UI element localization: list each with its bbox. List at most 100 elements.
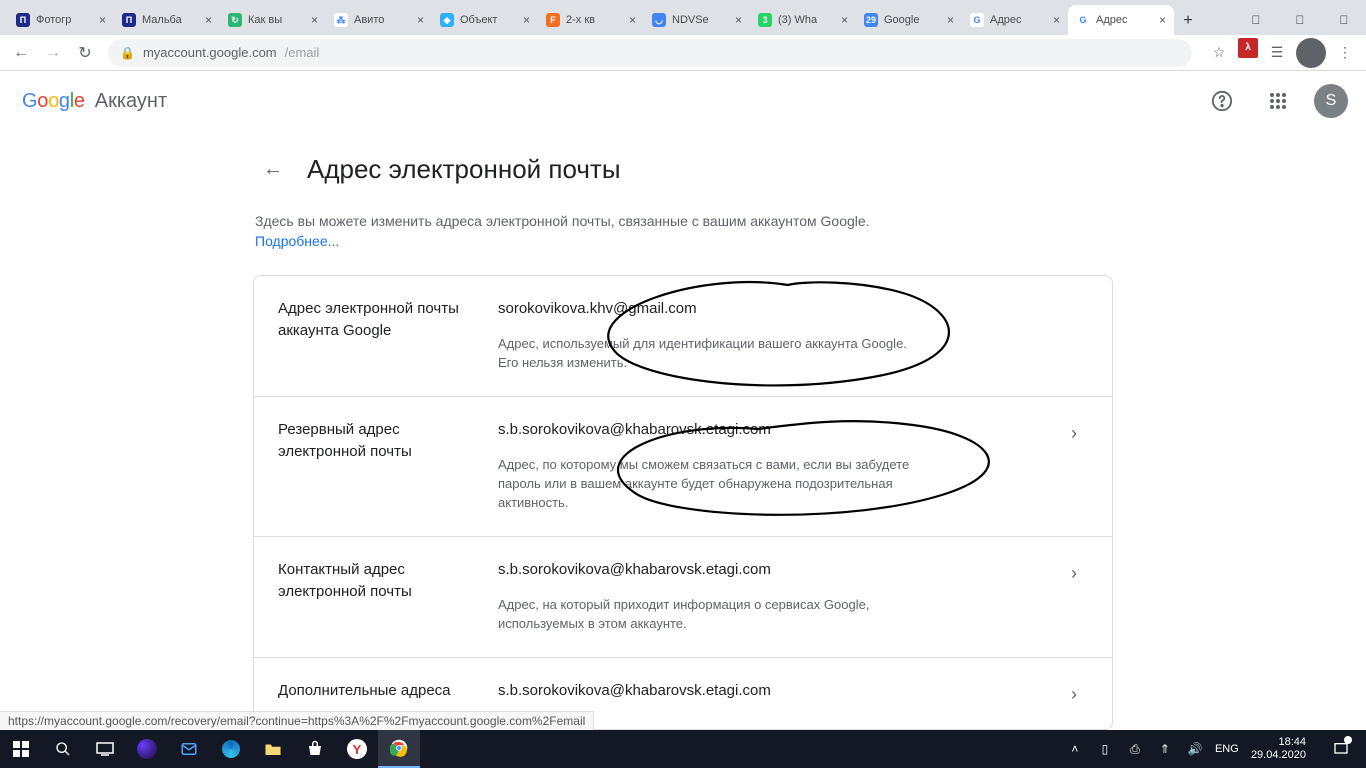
tab-title: Адрес [990, 14, 1047, 26]
url-path: /email [285, 45, 320, 60]
browser-tab[interactable]: ↻ Как вы × [220, 5, 326, 35]
page-viewport[interactable]: Google Аккаунт S ← Адрес электронной поч… [0, 71, 1366, 730]
account-avatar[interactable]: S [1314, 84, 1348, 118]
start-button[interactable] [0, 730, 42, 768]
row-label: Дополнительные адреса [278, 680, 498, 705]
profile-avatar-button[interactable]: S [1296, 38, 1326, 68]
favicon-icon: ↻ [228, 13, 242, 27]
browser-tab[interactable]: G Адрес × [962, 5, 1068, 35]
help-icon[interactable] [1202, 81, 1242, 121]
favicon-icon: F [546, 13, 560, 27]
tab-title: Фотогр [36, 14, 93, 26]
tab-close-icon[interactable]: × [735, 13, 742, 27]
tab-close-icon[interactable]: × [629, 13, 636, 27]
chevron-right-icon[interactable]: › [1060, 419, 1088, 512]
pdf-extension-icon[interactable]: λ [1238, 38, 1258, 58]
apps-grid-icon[interactable] [1258, 81, 1298, 121]
content-area: ← Адрес электронной почты Здесь вы может… [253, 149, 1113, 730]
email-row[interactable]: Резервный адрес электронной почты s.b.so… [254, 396, 1112, 536]
browser-tab[interactable]: 3 (3) Wha × [750, 5, 856, 35]
favicon-icon: ⁂ [334, 13, 348, 27]
taskbar-app-mail[interactable] [168, 730, 210, 768]
status-bar: https://myaccount.google.com/recovery/em… [0, 711, 594, 730]
tray-battery-icon[interactable]: ▯ [1095, 742, 1115, 756]
google-logo[interactable]: Google [22, 90, 85, 113]
taskbar-app-ybrowser[interactable]: Y [336, 730, 378, 768]
tab-close-icon[interactable]: × [947, 13, 954, 27]
tab-close-icon[interactable]: × [99, 13, 106, 27]
tab-close-icon[interactable]: × [311, 13, 318, 27]
tray-chevron-up-icon[interactable]: ˄ [1065, 742, 1085, 756]
browser-tab[interactable]: П Фотогр × [8, 5, 114, 35]
browser-tab[interactable]: П Мальба × [114, 5, 220, 35]
browser-menu-icon[interactable]: ⋮ [1330, 38, 1360, 68]
tab-title: NDVSe [672, 14, 729, 26]
chevron-right-icon[interactable]: › [1060, 559, 1088, 633]
taskbar-app-explorer[interactable] [252, 730, 294, 768]
browser-tab[interactable]: ◆ Объект × [432, 5, 538, 35]
address-bar[interactable]: 🔒 myaccount.google.com/email [108, 39, 1192, 67]
tray-wifi-icon[interactable]: ⇑ [1155, 742, 1175, 756]
system-tray: ˄ ▯ ⎙ ⇑ 🔊 ENG 18:44 29.04.2020 [1059, 730, 1366, 768]
tab-close-icon[interactable]: × [841, 13, 848, 27]
tray-printer-icon[interactable]: ⎙ [1125, 742, 1145, 757]
tab-title: (3) Wha [778, 14, 835, 26]
tab-title: Мальба [142, 14, 199, 26]
tray-notifications-button[interactable] [1322, 730, 1360, 768]
browser-tab-bar: П Фотогр × П Мальба × ↻ Как вы × ⁂ Авито… [0, 0, 1366, 35]
taskbar-app-yandex[interactable] [126, 730, 168, 768]
taskbar-app-chrome[interactable] [378, 730, 420, 768]
google-bar: Google Аккаунт S [0, 71, 1366, 131]
learn-more-link[interactable]: Подробнее... [255, 233, 339, 249]
chevron-right-icon [1060, 298, 1088, 372]
window-minimize-button[interactable]:  [1234, 5, 1278, 35]
tab-close-icon[interactable]: × [1159, 13, 1166, 27]
row-label: Резервный адрес электронной почты [278, 419, 498, 512]
favicon-icon: 3 [758, 13, 772, 27]
task-view-button[interactable] [84, 730, 126, 768]
window-controls:    [1234, 5, 1366, 35]
reader-mode-icon[interactable]: ☰ [1262, 38, 1292, 68]
new-tab-button[interactable]: + [1174, 7, 1202, 35]
browser-tab[interactable]: ◡ NDVSe × [644, 5, 750, 35]
tray-volume-icon[interactable]: 🔊 [1185, 742, 1205, 756]
tab-close-icon[interactable]: × [417, 13, 424, 27]
browser-tab[interactable]: F 2-х кв × [538, 5, 644, 35]
email-row[interactable]: Контактный адрес электронной почты s.b.s… [254, 536, 1112, 657]
url-host: myaccount.google.com [143, 45, 277, 60]
tab-close-icon[interactable]: × [205, 13, 212, 27]
tab-title: Авито [354, 14, 411, 26]
tray-clock[interactable]: 18:44 29.04.2020 [1245, 736, 1312, 762]
tab-close-icon[interactable]: × [1053, 13, 1060, 27]
row-description: Адрес, используемый для идентификации ва… [498, 334, 918, 372]
bookmark-star-icon[interactable]: ☆ [1204, 38, 1234, 68]
tray-language[interactable]: ENG [1215, 743, 1235, 755]
tab-close-icon[interactable]: × [523, 13, 530, 27]
favicon-icon: П [122, 13, 136, 27]
email-card: Адрес электронной почты аккаунта Google … [253, 275, 1113, 730]
search-button[interactable] [42, 730, 84, 768]
page-title: Адрес электронной почты [307, 154, 621, 185]
nav-forward-button: → [38, 38, 68, 68]
row-value: s.b.sorokovikova@khabarovsk.etagi.com [498, 680, 1060, 702]
taskbar-app-store[interactable] [294, 730, 336, 768]
row-label: Адрес электронной почты аккаунта Google [278, 298, 498, 372]
product-name: Аккаунт [95, 90, 167, 113]
browser-tab[interactable]: G Адрес × [1068, 5, 1174, 35]
nav-back-button[interactable]: ← [6, 38, 36, 68]
browser-toolbar: ← → ↻ 🔒 myaccount.google.com/email ☆ λ ☰… [0, 35, 1366, 71]
window-maximize-button[interactable]:  [1278, 5, 1322, 35]
browser-tab[interactable]: 29 Google × [856, 5, 962, 35]
back-button[interactable]: ← [253, 149, 293, 189]
tab-title: Google [884, 14, 941, 26]
tab-title: Адрес [1096, 14, 1153, 26]
window-close-button[interactable]:  [1322, 5, 1366, 35]
taskbar-app-edge[interactable] [210, 730, 252, 768]
intro-text: Здесь вы можете изменить адреса электрон… [255, 211, 1113, 251]
nav-reload-button[interactable]: ↻ [70, 38, 100, 68]
browser-tab[interactable]: ⁂ Авито × [326, 5, 432, 35]
favicon-icon: ◆ [440, 13, 454, 27]
favicon-icon: ◡ [652, 13, 666, 27]
chevron-right-icon[interactable]: › [1060, 680, 1088, 705]
favicon-icon: 29 [864, 13, 878, 27]
